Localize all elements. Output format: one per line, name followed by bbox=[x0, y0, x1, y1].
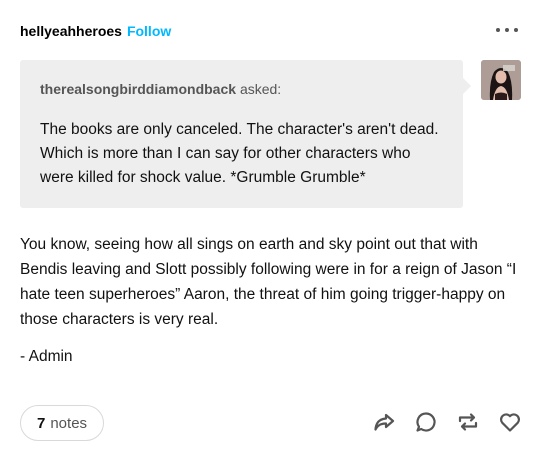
notes-button[interactable]: 7 notes bbox=[20, 405, 105, 441]
share-icon[interactable] bbox=[372, 410, 396, 434]
asker-line: therealsongbirddiamondback asked: bbox=[40, 80, 443, 98]
more-options-icon[interactable] bbox=[496, 20, 518, 40]
like-icon[interactable] bbox=[498, 410, 522, 434]
asker-avatar[interactable] bbox=[481, 60, 521, 100]
notes-count: 7 bbox=[37, 414, 46, 432]
asked-label: asked: bbox=[239, 81, 282, 97]
ask-box: therealsongbirddiamondback asked: The bo… bbox=[20, 60, 471, 208]
follow-button[interactable]: Follow bbox=[127, 23, 171, 39]
post-header: hellyeahheroes Follow bbox=[20, 20, 171, 42]
notes-label: notes bbox=[50, 414, 88, 432]
ask-question-text: The books are only canceled. The charact… bbox=[40, 121, 439, 186]
answer-body: You know, seeing how all sings on earth … bbox=[20, 236, 517, 328]
post-actions bbox=[354, 410, 522, 434]
reply-icon[interactable] bbox=[414, 410, 438, 434]
reblog-icon[interactable] bbox=[456, 410, 480, 434]
answer-signature: - Admin bbox=[20, 348, 73, 365]
asker-name-link[interactable]: therealsongbirddiamondback bbox=[40, 81, 236, 97]
blog-name-link[interactable]: hellyeahheroes bbox=[20, 23, 122, 39]
